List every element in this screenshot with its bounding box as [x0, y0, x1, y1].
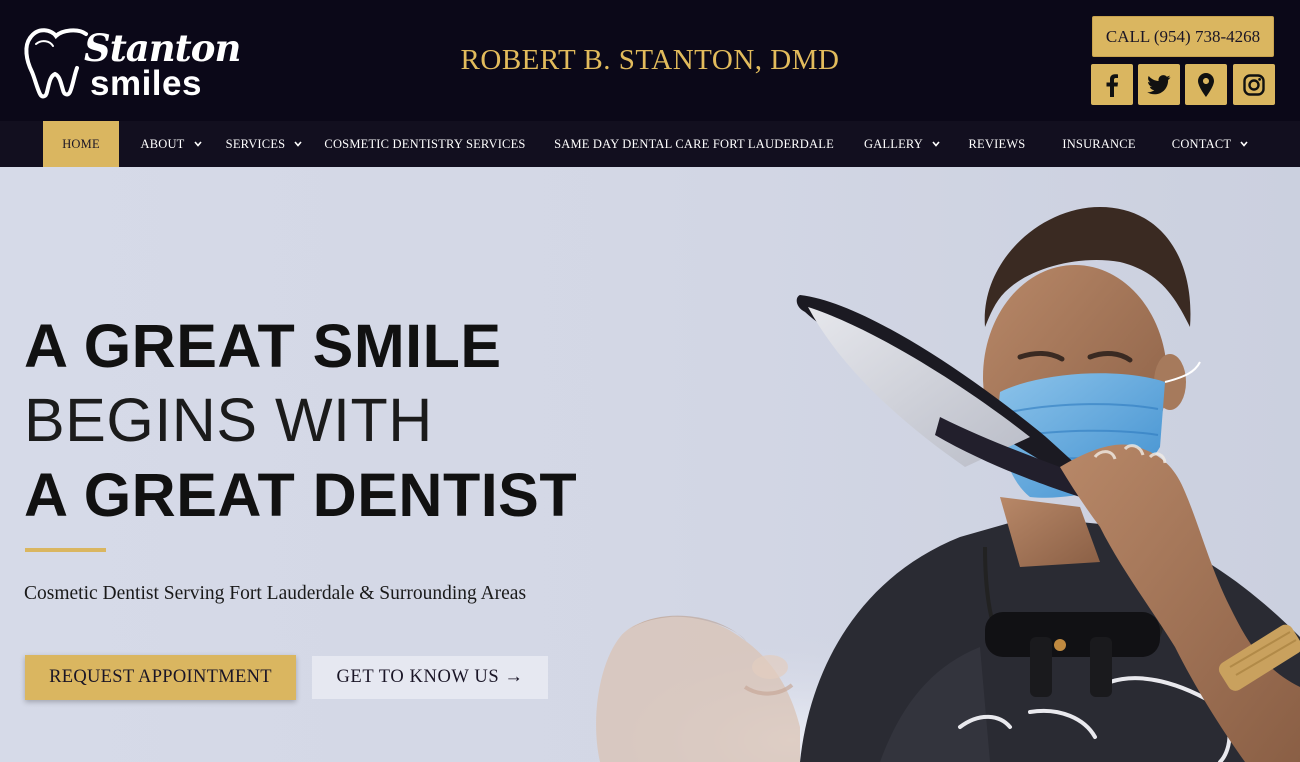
nav-contact-label: CONTACT [1171, 136, 1232, 151]
get-to-know-us-button[interactable]: GET TO KNOW US → [312, 656, 548, 699]
nav-about-label: ABOUT [140, 136, 185, 151]
hero-headline-line3: A GREAT DENTIST [24, 461, 578, 529]
hero-headline-line1: A GREAT SMILE [24, 312, 502, 380]
chevron-down-icon [1240, 141, 1248, 147]
nav-contact[interactable]: CONTACT [1164, 121, 1256, 167]
nav-home[interactable]: HOME [43, 121, 119, 167]
request-appointment-button[interactable]: REQUEST APPOINTMENT [25, 655, 296, 700]
chevron-down-icon [932, 141, 940, 147]
nav-cosmetic-dentistry[interactable]: COSMETIC DENTISTRY SERVICES [318, 121, 532, 167]
site-header: Stanton smiles ROBERT B. STANTON, DMD CA… [0, 0, 1300, 121]
gold-divider [25, 548, 106, 552]
nav-home-label: HOME [62, 136, 100, 151]
nav-about[interactable]: ABOUT [131, 121, 211, 167]
nav-gallery[interactable]: GALLERY [858, 121, 946, 167]
facebook-button[interactable] [1091, 64, 1133, 105]
map-pin-icon [1198, 72, 1214, 97]
nav-reviews[interactable]: REVIEWS [958, 121, 1036, 167]
facebook-icon [1106, 73, 1118, 97]
call-button[interactable]: CALL (954) 738-4268 [1092, 16, 1274, 57]
twitter-button[interactable] [1138, 64, 1180, 105]
nav-insurance-label: INSURANCE [1062, 136, 1136, 151]
hero-headline-line2: BEGINS WITH [24, 386, 433, 454]
hero-subheading: Cosmetic Dentist Serving Fort Lauderdale… [24, 583, 527, 604]
nav-same-day-care[interactable]: SAME DAY DENTAL CARE FORT LAUDERDALE [548, 121, 840, 167]
main-nav: HOME ABOUT SERVICES COSMETIC DENTISTRY S… [0, 121, 1300, 167]
nav-cosmetic-label: COSMETIC DENTISTRY SERVICES [324, 136, 526, 151]
nav-reviews-label: REVIEWS [968, 136, 1026, 151]
twitter-icon [1147, 74, 1171, 94]
hero-section: A GREAT SMILE BEGINS WITH A GREAT DENTIS… [0, 167, 1300, 762]
nav-insurance[interactable]: INSURANCE [1054, 121, 1144, 167]
chevron-down-icon [193, 141, 202, 147]
instagram-icon [1243, 73, 1265, 96]
nav-services[interactable]: SERVICES [218, 121, 310, 167]
nav-services-label: SERVICES [225, 136, 286, 151]
map-pin-button[interactable] [1185, 64, 1227, 105]
nav-same-day-label: SAME DAY DENTAL CARE FORT LAUDERDALE [554, 136, 834, 151]
chevron-down-icon [294, 141, 302, 147]
nav-gallery-label: GALLERY [863, 136, 924, 151]
instagram-button[interactable] [1233, 64, 1275, 105]
